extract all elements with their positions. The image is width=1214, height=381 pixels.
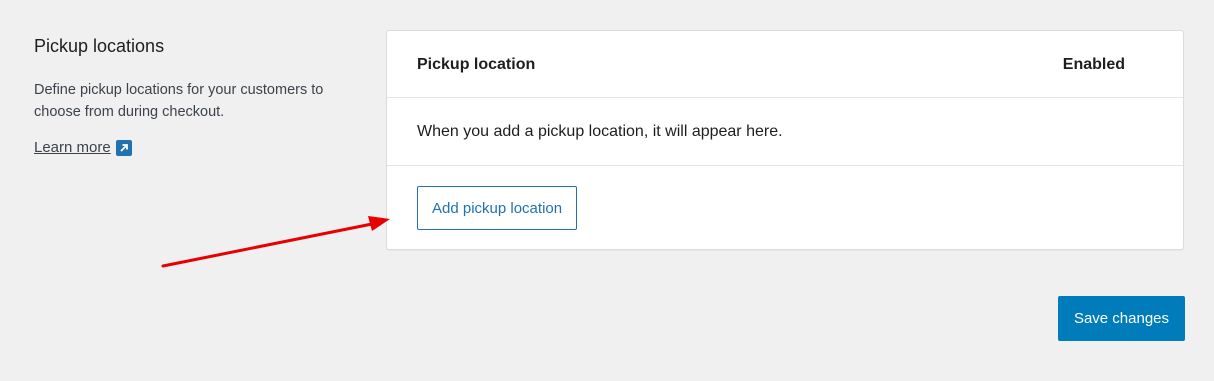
learn-more-link[interactable]: Learn more <box>34 139 132 156</box>
table-header: Pickup location Enabled <box>387 31 1183 98</box>
column-header-enabled: Enabled <box>1062 56 1125 73</box>
external-link-icon <box>115 139 132 156</box>
section-description: Define pickup locations for your custome… <box>34 82 324 120</box>
empty-state-row: When you add a pickup location, it will … <box>387 98 1183 166</box>
settings-page: Pickup locations Define pickup locations… <box>0 0 1214 381</box>
section-title: Pickup locations <box>34 36 165 56</box>
save-changes-button[interactable]: Save changes <box>1058 296 1185 341</box>
learn-more-label: Learn more <box>34 139 111 156</box>
column-header-pickup-location: Pickup location <box>417 56 536 73</box>
pickup-locations-table: Pickup location Enabled When you add a p… <box>386 30 1184 250</box>
empty-state-message: When you add a pickup location, it will … <box>417 123 783 140</box>
add-pickup-location-button[interactable]: Add pickup location <box>417 186 578 230</box>
